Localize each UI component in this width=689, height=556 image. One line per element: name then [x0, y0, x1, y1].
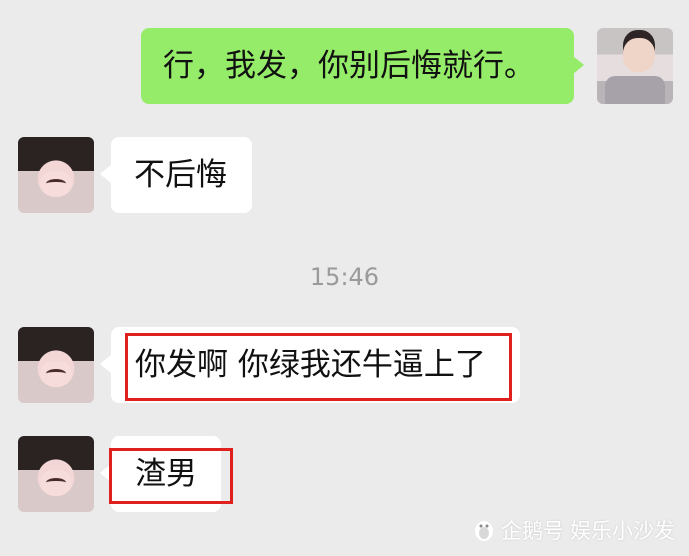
chat-timestamp: 15:46	[309, 263, 380, 291]
watermark-brand: 企鹅号	[501, 519, 564, 543]
highlight-box	[125, 333, 512, 401]
contact-avatar[interactable]	[18, 327, 94, 403]
watermark-account: 娱乐小沙发	[570, 519, 675, 543]
message-bubble-sent[interactable]: 行，我发，你别后悔就行。	[141, 28, 574, 104]
highlight-box	[109, 448, 233, 504]
bubble-tail	[573, 56, 584, 74]
penguin-icon	[473, 518, 495, 542]
my-avatar[interactable]	[597, 28, 673, 104]
bubble-tail	[100, 165, 111, 183]
message-text: 不后悔	[134, 156, 227, 193]
message-bubble-received[interactable]: 不后悔	[111, 137, 252, 213]
contact-avatar[interactable]	[18, 137, 94, 213]
watermark: 企鹅号 娱乐小沙发	[473, 515, 675, 545]
message-text: 行，我发，你别后悔就行。	[163, 47, 535, 84]
bubble-tail	[100, 355, 111, 373]
contact-avatar[interactable]	[18, 436, 94, 512]
